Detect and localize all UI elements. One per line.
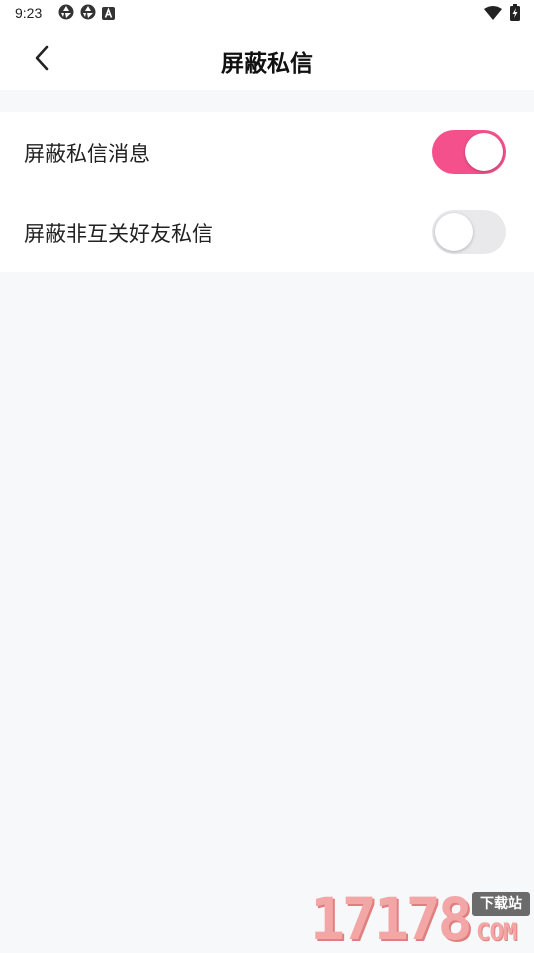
- wifi-icon: [484, 5, 502, 24]
- watermark-badge: 下载站: [472, 892, 530, 916]
- watermark-logo: 17178 下载站 COM: [310, 888, 534, 950]
- toggle-knob: [465, 133, 503, 171]
- setting-label: 屏蔽非互关好友私信: [24, 222, 213, 246]
- status-icons-right: [484, 3, 520, 25]
- font-a-icon: [102, 5, 115, 24]
- block-non-mutual-toggle[interactable]: [432, 210, 506, 254]
- status-icons-left: [58, 4, 115, 24]
- page-title: 屏蔽私信: [221, 51, 313, 77]
- nav-bar: 屏蔽私信: [0, 28, 534, 90]
- toggle-knob: [435, 213, 473, 251]
- settings-card: 屏蔽私信消息 屏蔽非互关好友私信: [0, 112, 534, 272]
- setting-label: 屏蔽私信消息: [24, 142, 150, 166]
- setting-row-block-non-mutual: 屏蔽非互关好友私信: [0, 192, 534, 272]
- aperture-icon: [80, 4, 96, 24]
- battery-charging-icon: [510, 3, 520, 25]
- watermark-suffix: COM: [476, 918, 517, 946]
- status-time: 9:23: [15, 5, 43, 21]
- aperture-icon: [58, 4, 74, 24]
- watermark-digits: 17178: [310, 885, 473, 953]
- block-messages-toggle[interactable]: [432, 130, 506, 174]
- setting-row-block-messages: 屏蔽私信消息: [0, 112, 534, 192]
- status-bar: 9:23: [0, 0, 534, 28]
